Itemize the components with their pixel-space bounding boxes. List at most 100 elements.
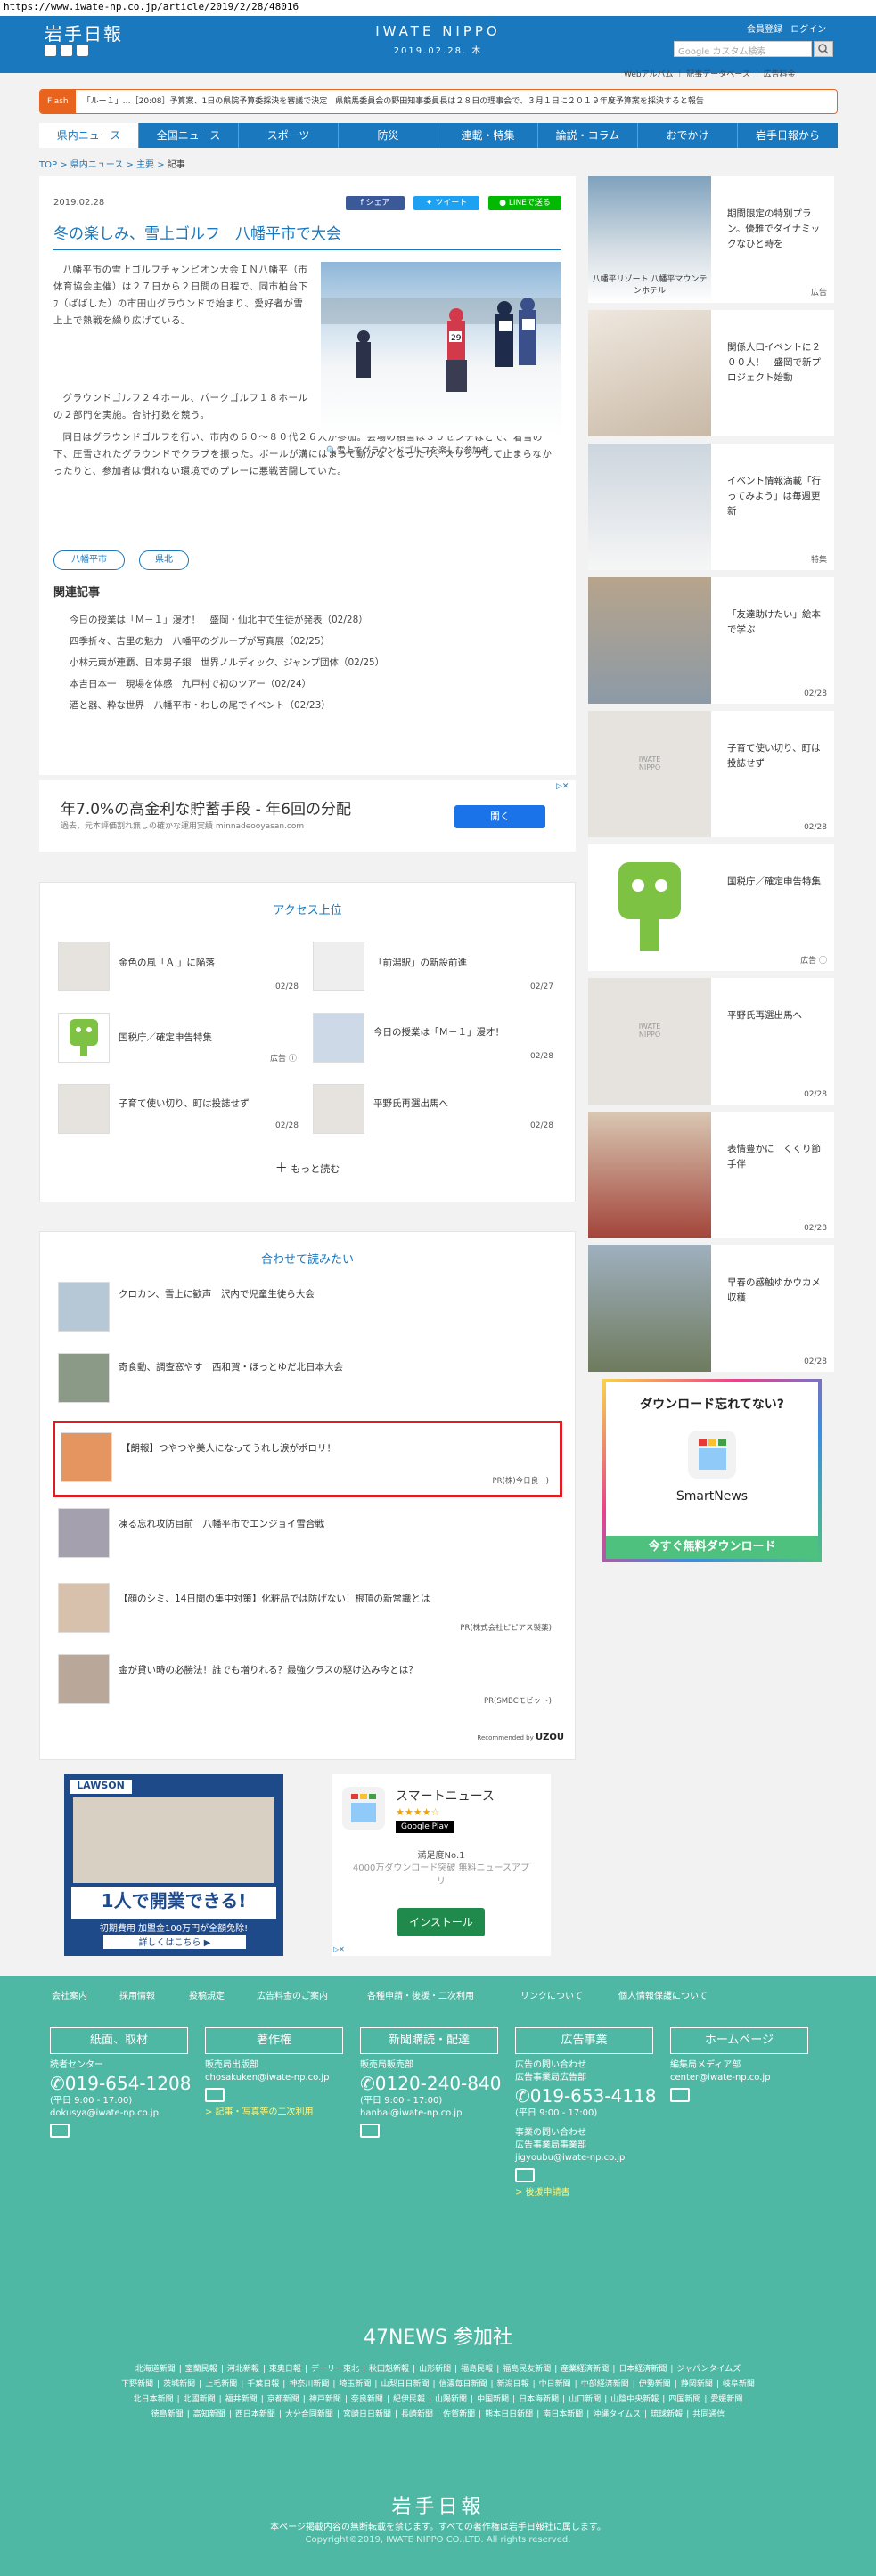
paper-link[interactable]: 信濃毎日新聞 bbox=[439, 2380, 487, 2389]
nav-sports[interactable]: スポーツ bbox=[239, 123, 339, 148]
sidebar-item[interactable]: IWATE NIPPO 平野氏再選出馬へ 02/28 bbox=[588, 978, 834, 1105]
paper-link[interactable]: デーリー東北 bbox=[311, 2365, 359, 2374]
paper-link[interactable]: 福島民友新聞 bbox=[503, 2365, 551, 2374]
paper-link[interactable]: 岐阜新聞 bbox=[723, 2380, 755, 2389]
nav-outing[interactable]: おでかけ bbox=[638, 123, 738, 148]
paper-link[interactable]: 奈良新聞 bbox=[351, 2395, 383, 2404]
thumb-placeholder[interactable] bbox=[58, 1084, 110, 1134]
paper-link[interactable]: 山形新聞 bbox=[419, 2365, 451, 2374]
paper-link[interactable]: 愛媛新聞 bbox=[710, 2395, 742, 2404]
footer-btn-homepage[interactable]: ホームページ bbox=[670, 2027, 808, 2054]
paper-link[interactable]: 日本海新聞 bbox=[519, 2395, 559, 2404]
sidebar-item[interactable]: IWATE NIPPO 子育て使い切り、町は投誌せず 02/28 bbox=[588, 711, 834, 837]
access-item-title[interactable]: 子育て使い切り、町は投誌せず bbox=[119, 1096, 250, 1110]
recommend-item-title[interactable]: 凍る忘れ攻防目前 八幡平市でエンジョイ雪合戦 bbox=[119, 1517, 324, 1530]
access-item-title[interactable]: 金色の風「Ａ'」に陥落 bbox=[119, 956, 215, 969]
paper-link[interactable]: 新潟日報 bbox=[497, 2380, 529, 2389]
mail-icon[interactable] bbox=[515, 2168, 535, 2182]
paper-link[interactable]: 山口新聞 bbox=[569, 2395, 601, 2404]
paper-link[interactable]: 長崎新聞 bbox=[401, 2410, 433, 2419]
paper-link[interactable]: 千葉日報 bbox=[247, 2380, 279, 2389]
adchoices-icon[interactable]: ▷✕ bbox=[556, 782, 569, 791]
nav-disaster[interactable]: 防災 bbox=[339, 123, 438, 148]
footer-link[interactable]: 採用情報 bbox=[119, 1988, 155, 2001]
member-register-link[interactable]: 会員登録 bbox=[747, 25, 782, 35]
paper-link[interactable]: 山陽新聞 bbox=[435, 2395, 467, 2404]
sidebar-title[interactable]: 平野氏再選出馬へ bbox=[727, 1008, 825, 1023]
flash-text[interactable]: 「ルー１」…［20:08］予算案、1日の県院予算委採決を審議で決定 県競馬委員会… bbox=[83, 97, 704, 106]
sidebar-item[interactable]: イベント情報満載「行ってみよう」は毎週更新 特集 bbox=[588, 444, 834, 570]
mail-icon[interactable] bbox=[670, 2088, 690, 2102]
smartnews-app-ad[interactable]: スマートニュース ★★★★☆ Google Play 満足度No.1 4000万… bbox=[332, 1774, 551, 1956]
footer-link[interactable]: 個人情報保護について bbox=[618, 1988, 708, 2001]
paper-link[interactable]: 静岡新聞 bbox=[681, 2380, 713, 2389]
sidebar-item[interactable]: 国税庁／確定申告特集 広告 ⓘ bbox=[588, 844, 834, 971]
footer-btn-ad-business[interactable]: 広告事業 bbox=[515, 2027, 653, 2054]
subnav-ad-fees[interactable]: 広告料金 bbox=[764, 70, 796, 79]
paper-link[interactable]: 河北新報 bbox=[227, 2365, 259, 2374]
footer-link[interactable]: 各種申請・後援・二次利用 bbox=[367, 1988, 474, 2001]
sidebar-title[interactable]: 子育て使い切り、町は投誌せず bbox=[727, 741, 825, 771]
nav-national-news[interactable]: 全国ニュース bbox=[139, 123, 239, 148]
recommend-item-title[interactable]: 金が貸い時の必勝法！誰でも増りれる？最強クラスの駆け込み今とは？ bbox=[119, 1663, 418, 1676]
recommend-thumb[interactable] bbox=[58, 1583, 110, 1633]
access-item-title[interactable]: 平野氏再選出馬へ bbox=[373, 1096, 448, 1110]
paper-link[interactable]: 大分合同新聞 bbox=[285, 2410, 333, 2419]
sidebar-title[interactable]: 関係人口イベントに２００人！ 盛岡で新プロジェクト始動 bbox=[727, 340, 825, 386]
recommend-credit[interactable]: Recommended by UZOU bbox=[477, 1732, 564, 1742]
more-button[interactable]: ＋ もっと読む bbox=[40, 1159, 575, 1177]
footer-link-sponsor[interactable]: > 後援申請書 bbox=[515, 2187, 665, 2199]
paper-link[interactable]: 福島民報 bbox=[461, 2365, 493, 2374]
paper-link[interactable]: 東奥日報 bbox=[269, 2365, 301, 2374]
pr-item-highlighted[interactable]: 【朗報】つやつや美人になってうれし涙がポロリ！ PR(株)今日良ー) bbox=[53, 1421, 562, 1497]
paper-link[interactable]: 北國新聞 bbox=[184, 2395, 216, 2404]
footer-btn-editorial[interactable]: 紙面、取材 bbox=[50, 2027, 188, 2054]
tag-hachimantai[interactable]: 八幡平市 bbox=[53, 550, 125, 570]
recommend-thumb[interactable] bbox=[58, 1353, 110, 1403]
thumb-placeholder[interactable] bbox=[58, 942, 110, 991]
nav-local-news[interactable]: 県内ニュース bbox=[39, 123, 139, 148]
paper-link[interactable]: 伊勢新聞 bbox=[639, 2380, 671, 2389]
paper-link[interactable]: 日本経済新聞 bbox=[618, 2365, 667, 2374]
recommend-item-title[interactable]: 奇食動、調查窓やす 西和賀・ほっとゆだ北日本大会 bbox=[119, 1360, 343, 1374]
paper-link[interactable]: 沖縄タイムス bbox=[593, 2410, 641, 2419]
sidebar-title[interactable]: 期間限定の特別プラン。優雅でダイナミックなひと時を bbox=[727, 207, 825, 252]
login-link[interactable]: ログイン bbox=[790, 25, 826, 35]
nav-editorial[interactable]: 論説・コラム bbox=[538, 123, 638, 148]
flash-ticker[interactable]: Flash 「ルー１」…［20:08］予算案、1日の県院予算委採決を審議で決定 県… bbox=[39, 89, 838, 114]
sidebar-item[interactable]: 早春の感触ゆかウカメ収穫 02/28 bbox=[588, 1245, 834, 1372]
facebook-share-button[interactable]: f シェア bbox=[346, 196, 405, 210]
paper-link[interactable]: 秋田魁新報 bbox=[369, 2365, 409, 2374]
paper-link[interactable]: 山陰中央新報 bbox=[610, 2395, 659, 2404]
related-link[interactable]: 酒と器、粋な世界 八幡平市・わしの尾でイベント（02/23） bbox=[70, 698, 331, 712]
paper-link[interactable]: 福井新聞 bbox=[225, 2395, 258, 2404]
access-item-title[interactable]: 今日の授業は「Ｍ－１」漫才！ bbox=[373, 1025, 504, 1039]
recommend-thumb[interactable] bbox=[58, 1282, 110, 1332]
footer-logo[interactable]: 岩手日報 bbox=[0, 2490, 876, 2519]
paper-link[interactable]: 熊本日日新聞 bbox=[485, 2410, 533, 2419]
install-button[interactable]: インストール bbox=[397, 1908, 485, 1936]
paper-link[interactable]: 北海道新聞 bbox=[135, 2365, 176, 2374]
paper-link[interactable]: 山梨日日新聞 bbox=[381, 2380, 429, 2389]
access-item-title[interactable]: 国税庁／確定申告特集 bbox=[119, 1031, 212, 1044]
related-link[interactable]: 小林元東が連覇、日本男子銀 世界ノルディック、ジャンプ団体（02/25） bbox=[70, 656, 384, 669]
nav-series[interactable]: 連載・特集 bbox=[438, 123, 538, 148]
footer-email[interactable]: dokusya@iwate-np.co.jp bbox=[50, 2107, 200, 2120]
paper-link[interactable]: 琉球新報 bbox=[651, 2410, 683, 2419]
sidebar-item[interactable]: 「友達助けたい」絵本で学ぶ 02/28 bbox=[588, 577, 834, 704]
paper-link[interactable]: 西日本新聞 bbox=[235, 2410, 275, 2419]
paper-link[interactable]: 紀伊民報 bbox=[393, 2395, 425, 2404]
phone-number[interactable]: ✆019-654-1208 bbox=[50, 2072, 200, 2095]
paper-link[interactable]: 四国新聞 bbox=[668, 2395, 700, 2404]
footer-link[interactable]: 会社案内 bbox=[52, 1988, 87, 2001]
paper-link[interactable]: ジャパンタイムズ bbox=[676, 2365, 741, 2374]
footer-btn-copyright[interactable]: 著作権 bbox=[205, 2027, 343, 2054]
lawson-ad[interactable]: LAWSON 1人で開業できる! 初期費用 加盟金100万円が全額免除! 詳しく… bbox=[64, 1774, 283, 1956]
footer-link[interactable]: 広告料金のご案内 bbox=[257, 1988, 328, 2001]
paper-link[interactable]: 中部経済新聞 bbox=[581, 2380, 629, 2389]
subnav-database[interactable]: 記事データベース bbox=[686, 70, 750, 79]
breadcrumb-main[interactable]: 主要 bbox=[136, 160, 154, 170]
paper-link[interactable]: 下野新聞 bbox=[121, 2380, 153, 2389]
phone-number[interactable]: ✆019-653-4118 bbox=[515, 2084, 665, 2107]
recommend-item-title[interactable]: クロカン、雪上に歓声 沢内で児童生徒ら大会 bbox=[119, 1287, 315, 1300]
